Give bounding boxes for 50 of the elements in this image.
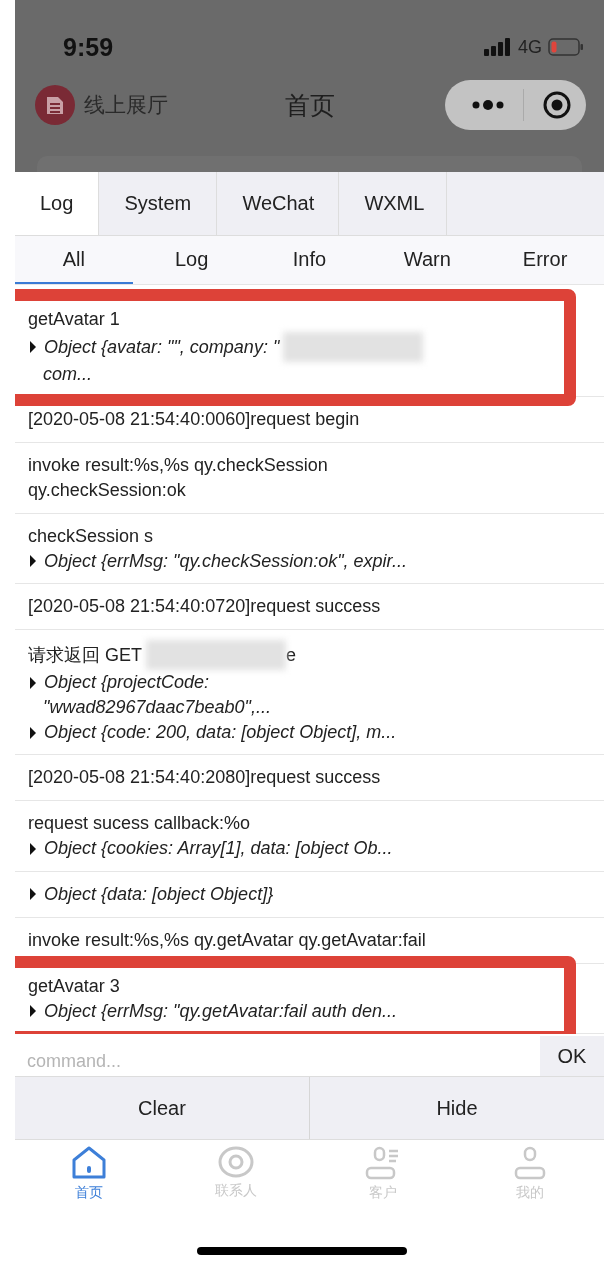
expand-caret-icon[interactable] [30,555,36,568]
tab-bar-item[interactable]: 首页 [15,1146,163,1222]
expand-caret-icon[interactable] [30,842,36,855]
eye-icon [216,1146,255,1178]
signal-icon [484,38,512,56]
log-text: 请求返回 GET [28,643,142,667]
close-target-icon[interactable] [542,90,572,120]
expand-caret-icon[interactable] [30,1005,36,1018]
filter-tab[interactable]: Warn [368,236,487,284]
log-text: Object {code: 200, data: [object Object], m... [44,721,397,745]
person-icon [514,1146,547,1180]
log-text: getAvatar 3 [28,974,120,998]
more-icon[interactable] [471,100,505,110]
filter-tab[interactable]: Log [132,236,251,284]
home-icon [70,1146,107,1180]
ok-button[interactable]: OK [540,1036,604,1076]
battery-icon [548,38,584,56]
status-time: 9:59 [63,32,114,62]
app-name: 线上展厅 [84,92,168,118]
expand-caret-icon[interactable] [30,888,36,901]
log-text: invoke result:%s,%s qy.checkSession [28,454,328,478]
log-text: e [286,643,297,667]
console-tab[interactable]: Log [15,172,100,235]
log-text: Object {errMsg: "qy.getAvatar:fail auth den... [44,999,397,1023]
log-text: Object {data: [object Object]} [44,882,274,906]
expand-caret-icon[interactable] [30,676,36,689]
expand-caret-icon[interactable] [30,726,36,739]
logo-icon [35,85,75,125]
log-text: [2020-05-08 21:54:40:2080]request success [28,766,381,790]
log-text: invoke result:%s,%s qy.getAvatar qy.getAvatar:fail [28,928,426,952]
log-text: [2020-05-08 21:54:40:0060]request begin [28,408,360,432]
log-text: "wwad82967daac7beab0",... [43,696,271,720]
filter-tab[interactable]: All [15,236,133,284]
action-button[interactable]: Clear [15,1077,309,1139]
log-text: request sucess callback:%o [28,812,251,836]
page-title: 首页 [284,89,335,121]
log-text: [2020-05-08 21:54:40:0720]request success [28,595,381,619]
log-text: getAvatar 1 [28,308,120,331]
log-text: Object {projectCode: [44,671,210,695]
network-label: 4G [518,36,542,58]
action-button[interactable]: Hide [309,1077,604,1139]
filter-tab[interactable]: Info [250,236,369,284]
log-text: qy.checkSession:ok [28,479,186,503]
log-text: com... [43,363,92,386]
log-text: checkSession s [28,524,154,548]
log-text: Object {cookies: Array[1], data: [object Ob... [44,837,393,861]
expand-caret-icon[interactable] [30,341,36,353]
filter-tab[interactable]: Error [486,236,604,284]
log-text: Object {errMsg: "qy.checkSession:ok", expir... [44,549,407,573]
log-text: Object {avatar: "", company: " [44,335,280,359]
